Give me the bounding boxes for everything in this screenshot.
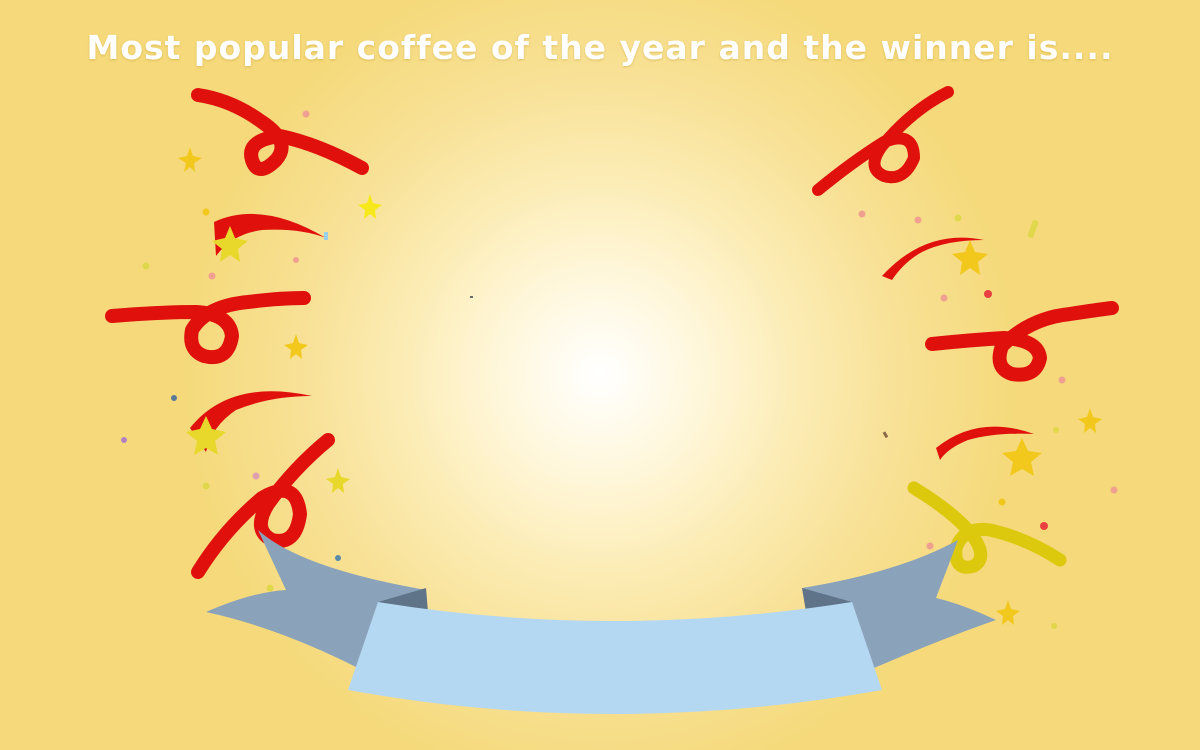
left-streamers [105,88,369,579]
confetti-dot [926,542,934,550]
star-icon [326,468,350,493]
stars [178,147,1102,625]
star-icon [996,600,1020,625]
ribbon-banner [206,530,996,714]
confetti-dot [202,208,210,216]
confetti-dot [1027,220,1039,238]
star-icon [358,194,382,219]
confetti-dot [998,498,1006,506]
confetti-dot [882,431,889,439]
confetti-dot [1058,376,1066,384]
confetti-dot [121,437,127,443]
confetti-streamer [191,433,335,579]
confetti-streamer [105,291,311,364]
confetti-dot [954,214,962,222]
star-icon [1078,408,1102,433]
confetti-dot [302,110,310,118]
celebration-artwork [105,86,1119,714]
confetti-streamer [925,301,1119,382]
confetti-dot [858,210,866,218]
confetti-dot [1110,486,1118,494]
right-streamers [812,86,1119,460]
confetti-dot [171,395,177,401]
confetti-dot [293,257,299,263]
confetti-dot [1040,522,1048,530]
celebration-scene: Most popular coffee of the year and the … [0,0,1200,750]
confetti-dot [914,216,922,224]
confetti-dot [1051,623,1057,629]
confetti-dot [202,482,210,490]
confetti-dot [208,272,216,280]
confetti-dot [470,296,473,298]
confetti-streamer [812,86,954,196]
star-icon [1002,438,1042,476]
confetti-dot [1053,427,1059,433]
confetti-dot [984,290,992,298]
confetti-dot [252,472,260,480]
confetti-dot [266,584,274,592]
confetti-dot [940,294,948,302]
star-icon [284,334,308,359]
ribbon-front-band [348,602,882,714]
star-icon [178,147,202,172]
confetti-dot [335,555,341,561]
star-icon [952,240,988,275]
confetti-dot [142,262,150,270]
confetti-streamer [191,88,369,176]
confetti-dot [324,232,328,240]
